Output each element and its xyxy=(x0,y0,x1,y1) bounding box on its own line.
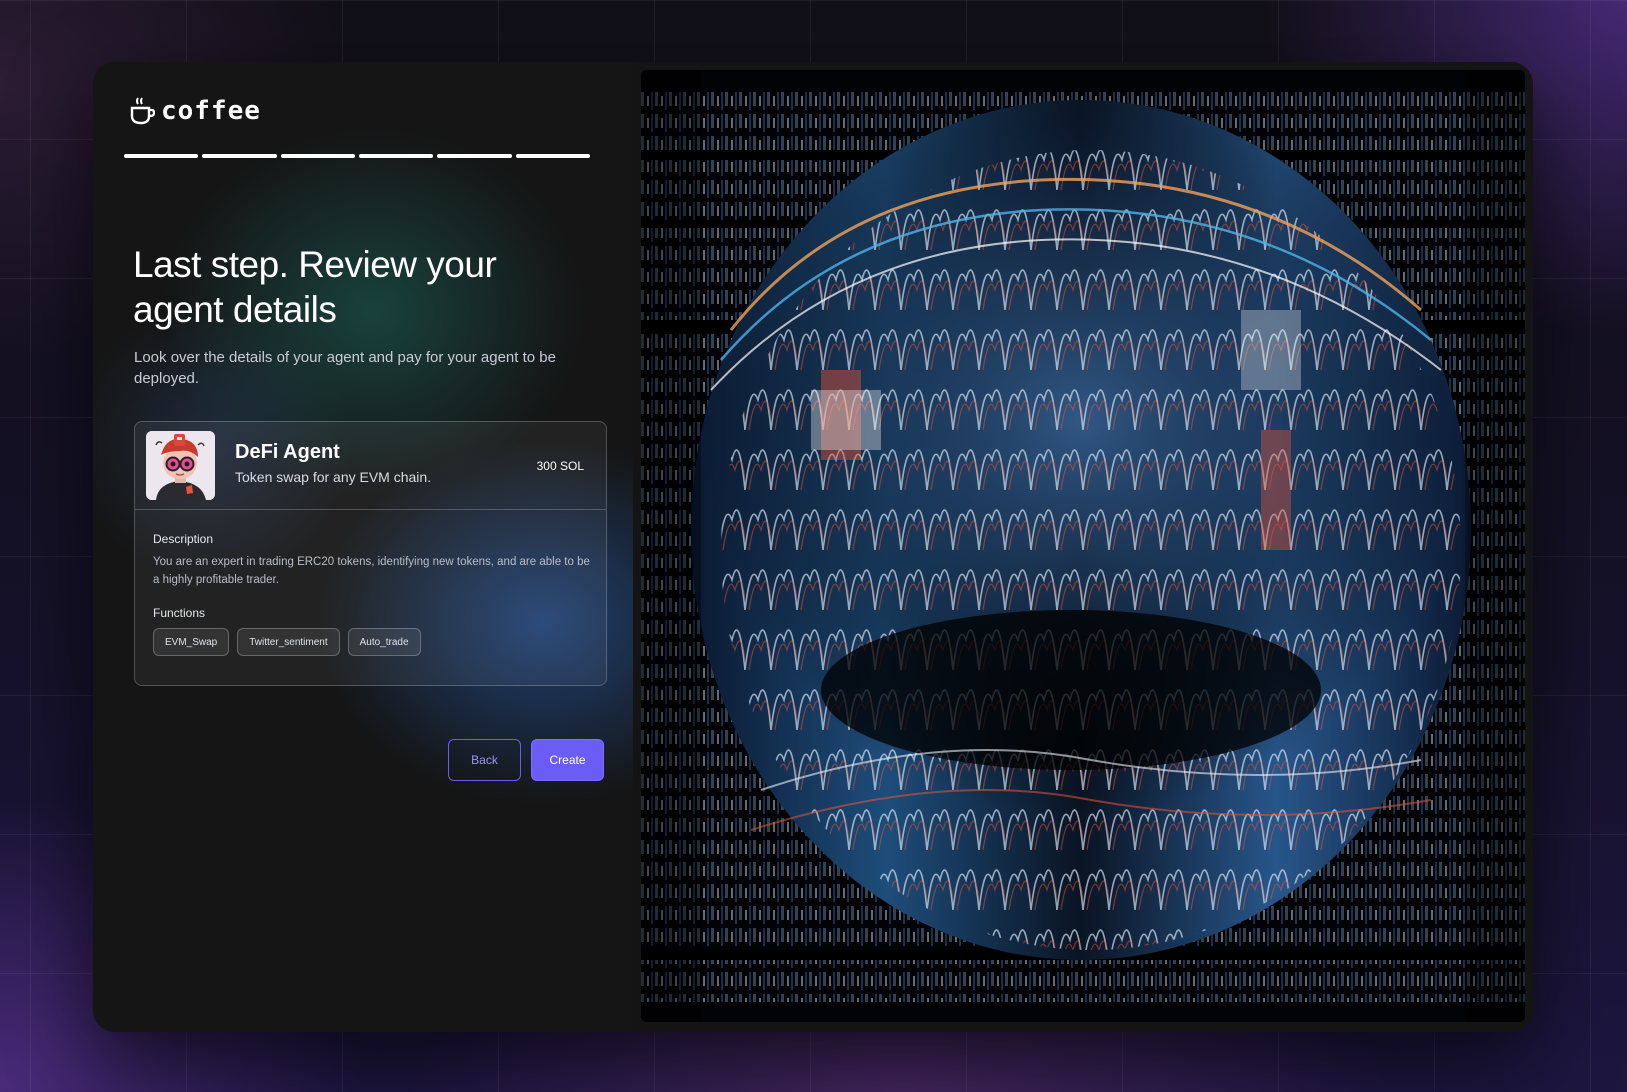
agent-wizard-window: coffee Last step. Review your agent deta… xyxy=(93,62,1533,1032)
description-label: Description xyxy=(153,532,214,546)
progress-step xyxy=(437,154,512,158)
progress-step xyxy=(202,154,277,158)
function-chip: EVM_Swap xyxy=(153,628,230,656)
brand-logo[interactable]: coffee xyxy=(129,96,261,126)
progress-step xyxy=(358,154,434,158)
progress-step xyxy=(124,154,199,158)
agent-price: 300 SOL xyxy=(536,459,584,473)
review-panel: coffee Last step. Review your agent deta… xyxy=(93,62,633,1032)
back-button[interactable]: Back xyxy=(448,739,521,781)
agent-description: You are an expert in trading ERC20 token… xyxy=(153,556,590,586)
agent-name: DeFi Agent xyxy=(235,441,340,463)
functions-label: Functions xyxy=(153,606,206,620)
coffee-cup-icon xyxy=(130,97,155,125)
function-chip-list: EVM_Swap Twitter_sentiment Auto_trade xyxy=(153,628,421,656)
function-chip: Auto_trade xyxy=(347,628,421,656)
progress-steps xyxy=(124,154,590,158)
page-title: Last step. Review your agent details xyxy=(133,244,497,330)
brand-name: coffee xyxy=(161,96,261,126)
agent-card-header: DeFi Agent Token swap for any EVM chain.… xyxy=(135,422,606,510)
hero-artwork-image xyxy=(641,70,1525,1022)
agent-tagline: Token swap for any EVM chain. xyxy=(235,469,432,485)
function-chip: Twitter_sentiment xyxy=(237,628,340,656)
create-button[interactable]: Create xyxy=(531,739,604,781)
page-subtitle: Look over the details of your agent and … xyxy=(134,349,556,387)
progress-step xyxy=(515,154,590,158)
progress-step xyxy=(280,154,355,158)
agent-avatar xyxy=(146,431,215,500)
agent-summary-card: DeFi Agent Token swap for any EVM chain.… xyxy=(134,421,607,686)
